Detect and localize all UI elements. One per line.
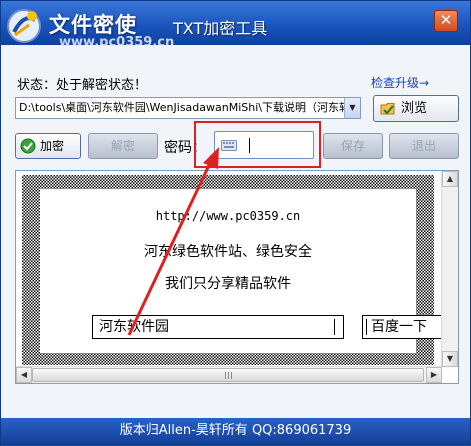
exit-button[interactable]: 退出 (389, 133, 459, 159)
scroll-down-icon[interactable]: ▼ (442, 351, 458, 367)
file-path-value: D:\tools\桌面\河东软件园\WenJisadawanMiShi\下载说明… (19, 101, 350, 114)
app-subtitle: TXT加密工具 (173, 19, 268, 38)
dither-border-pattern: http://www.pc0359.cn 河东绿色软件站、绿色安全 我们只分享精… (22, 175, 452, 365)
text-preview-pane[interactable]: http://www.pc0359.cn 河东绿色软件站、绿色安全 我们只分享精… (15, 170, 459, 384)
folder-icon (380, 103, 395, 115)
status-text: 状态：处于解密状态！ (17, 78, 148, 93)
app-window: 文件密使 TXT加密工具 www.pc0359.cn ✕ 状态：处于解密状态！ … (0, 0, 471, 445)
save-button[interactable]: 保存 (323, 133, 383, 159)
preview-content: http://www.pc0359.cn 河东绿色软件站、绿色安全 我们只分享精… (40, 189, 452, 353)
field-divider (366, 319, 367, 335)
scroll-up-icon[interactable]: ▲ (442, 171, 458, 187)
chevron-down-icon[interactable]: ▼ (344, 98, 360, 118)
close-button[interactable]: ✕ (434, 10, 458, 32)
close-icon: ✕ (439, 11, 453, 29)
encrypt-button[interactable]: 加密 (15, 133, 81, 159)
app-logo-icon (7, 9, 41, 43)
browse-label: 浏览 (401, 101, 428, 116)
preview-line-2: 我们只分享精品软件 (165, 276, 291, 292)
field-divider (334, 319, 335, 335)
decrypt-label: 解密 (110, 139, 135, 153)
horizontal-scrollbar[interactable]: ◀ ▶ (16, 366, 442, 383)
preview-field-2-text: 百度一下 (371, 319, 427, 335)
title-bar[interactable]: 文件密使 TXT加密工具 www.pc0359.cn ✕ (1, 1, 470, 50)
footer-text: 版本归Allen-昊轩所有 QQ:869061739 (119, 423, 352, 438)
encrypt-label: 加密 (40, 139, 65, 153)
preview-url: http://www.pc0359.cn (155, 209, 301, 223)
save-label: 保存 (340, 139, 365, 153)
preview-search-button: 百度一下 (362, 315, 452, 339)
check-circle-icon (20, 138, 36, 154)
scroll-right-icon[interactable]: ▶ (426, 367, 442, 383)
footer-bar: 版本归Allen-昊轩所有 QQ:869061739 (1, 418, 470, 444)
file-path-select[interactable]: D:\tools\桌面\河东软件园\WenJisadawanMiShi\下载说明… (15, 97, 361, 119)
highlight-box (194, 121, 321, 168)
decrypt-button[interactable]: 解密 (88, 133, 158, 159)
browse-button[interactable]: 浏览 (373, 95, 459, 122)
exit-label: 退出 (411, 139, 436, 153)
check-update-link[interactable]: 检查升级→ (371, 74, 429, 91)
preview-search-field: 河东软件园 (92, 315, 344, 339)
scroll-thumb[interactable] (32, 368, 424, 382)
grip-icon (225, 372, 233, 379)
scroll-left-icon[interactable]: ◀ (16, 367, 32, 383)
preview-field-1-text: 河东软件园 (99, 319, 169, 335)
watermark-text: www.pc0359.cn (59, 35, 175, 50)
vertical-scrollbar[interactable]: ▲ ▼ (441, 171, 458, 367)
preview-line-1: 河东绿色软件站、绿色安全 (144, 244, 312, 260)
